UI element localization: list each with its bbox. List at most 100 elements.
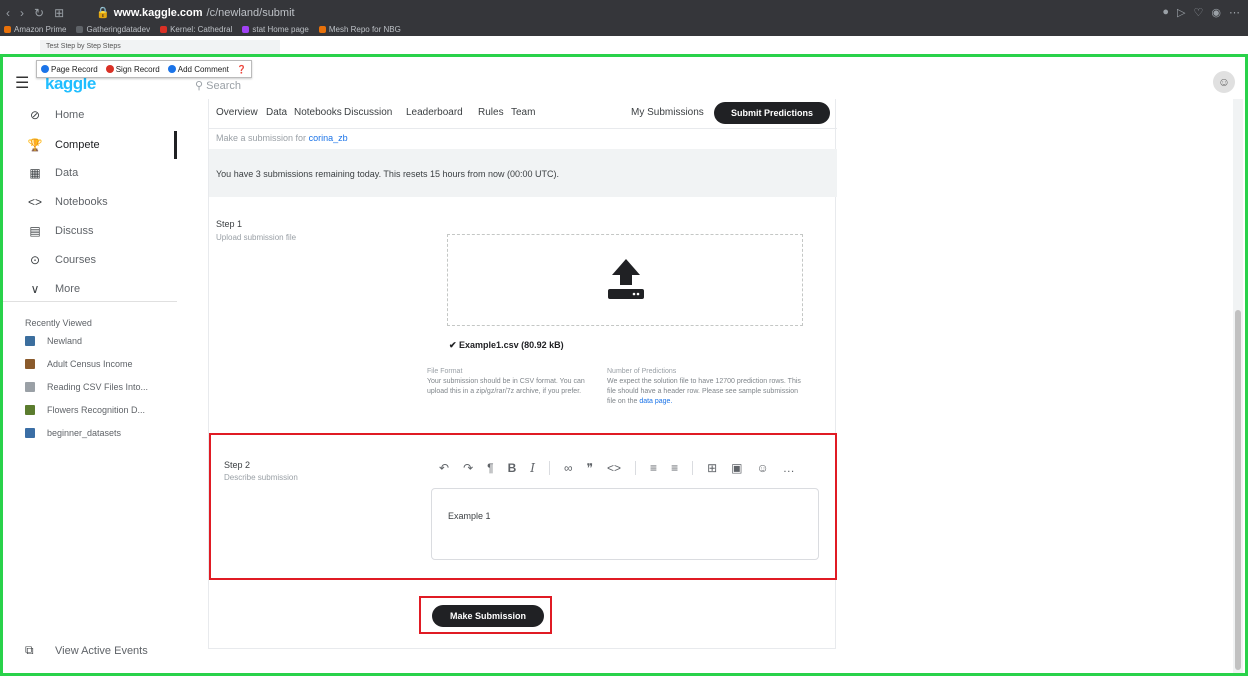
bookmark-item[interactable]: Mesh Repo for NBG	[318, 25, 401, 34]
browser-chrome: ‹ › ↻ ⊞ 🔒 www.kaggle.com/c/newland/submi…	[0, 0, 1248, 36]
num-predictions-info: Number of Predictions We expect the solu…	[607, 367, 807, 407]
search-icon: ⚲	[195, 80, 204, 92]
bookmark-item[interactable]: Amazon Prime	[4, 25, 66, 34]
recent-item-label: Reading CSV Files Into...	[47, 382, 149, 392]
more-icon[interactable]: …	[783, 461, 795, 475]
numbered-list-icon[interactable]: ≡	[650, 461, 657, 475]
my-submissions-link[interactable]: My Submissions	[631, 107, 704, 118]
step2-description: Describe submission	[224, 473, 298, 482]
sidebar-item-label: More	[55, 283, 81, 295]
bookmark-label: stat Home page	[252, 24, 309, 34]
submit-predictions-button[interactable]: Submit Predictions	[714, 102, 830, 124]
quote-icon[interactable]: ❞	[587, 461, 593, 475]
recorder-item[interactable]: Page Record	[41, 65, 98, 74]
sidebar-item-label: Data	[55, 167, 79, 179]
recent-item[interactable]: beginner_datasets	[25, 423, 175, 443]
recent-item-thumbnail-icon	[25, 382, 35, 392]
bookmark-item[interactable]: Kernel: Cathedral	[160, 25, 232, 34]
browser-nav: ‹ › ↻ ⊞	[6, 6, 64, 20]
recent-item[interactable]: Newland	[25, 331, 175, 351]
hamburger-icon[interactable]: ☰	[15, 73, 29, 93]
bookmark-favicon-icon	[242, 25, 250, 33]
file-dropzone[interactable]	[447, 234, 803, 326]
undo-icon[interactable]: ↶	[439, 461, 449, 475]
sidebar-item-label: Discuss	[55, 225, 94, 237]
sidebar-item-courses[interactable]: ⊙ Courses	[3, 246, 177, 274]
sidebar-item-home[interactable]: ⊘ Home	[3, 101, 177, 129]
extension-icon[interactable]: ●	[1162, 6, 1169, 19]
file-format-text: Your submission should be in CSV format.…	[427, 378, 585, 395]
tab-team[interactable]: Team	[511, 107, 535, 118]
bullet-list-icon[interactable]: ≡	[671, 461, 678, 475]
recent-item[interactable]: Adult Census Income	[25, 354, 175, 374]
heart-icon[interactable]: ♡	[1194, 6, 1204, 19]
table-icon[interactable]: ⊞	[707, 461, 717, 475]
submission-subtitle: Make a submission for corina_zb	[216, 133, 348, 143]
bookmark-favicon-icon	[160, 25, 168, 33]
sidebar-item-more[interactable]: ∨ More	[3, 275, 177, 303]
tab-ghost[interactable]: Test Step by Step Steps	[40, 40, 280, 56]
url-path: /c/newland/submit	[206, 6, 295, 19]
back-icon[interactable]: ‹	[6, 6, 10, 20]
emoji-icon[interactable]: ☺	[756, 461, 768, 475]
tab-data[interactable]: Data	[266, 107, 287, 118]
sidebar-divider	[3, 301, 177, 302]
help-icon[interactable]: ❓	[237, 65, 247, 74]
reload-icon[interactable]: ↻	[34, 6, 44, 20]
scrollbar-thumb[interactable]	[1235, 310, 1241, 670]
link-icon[interactable]: ∞	[564, 461, 573, 475]
submission-description-editor[interactable]: Example 1	[431, 488, 819, 560]
tab-overview[interactable]: Overview	[216, 107, 258, 118]
recorder-item[interactable]: Add Comment	[167, 65, 229, 74]
sidebar-item-discuss[interactable]: ▤ Discuss	[3, 217, 177, 245]
bold-icon[interactable]: B	[508, 461, 517, 475]
sidebar-item-data[interactable]: ▦ Data	[3, 159, 177, 187]
view-events-label: View Active Events	[55, 644, 148, 657]
recorder-item[interactable]: Sign Record	[105, 65, 160, 74]
tab-leaderboard[interactable]: Leaderboard	[406, 107, 463, 118]
data-page-link[interactable]: data page.	[639, 398, 672, 405]
notebooks-icon: <>	[27, 195, 42, 209]
apps-icon[interactable]: ⊞	[54, 6, 64, 20]
view-active-events-link[interactable]: ⧉ View Active Events	[25, 643, 148, 658]
sidebar: ⊘ Home 🏆 Compete ▦ Data <> Notebooks ▤ Discuss ⊙ Co…	[3, 99, 177, 673]
recent-item-label: Flowers Recognition D...	[47, 405, 146, 415]
mouse-cursor-icon: ☜	[482, 615, 495, 631]
subtitle-dataset-link[interactable]: corina_zb	[309, 133, 348, 143]
step2-title: Step 2	[224, 460, 251, 470]
tab-rules[interactable]: Rules	[478, 107, 504, 118]
search-input[interactable]: ⚲ Search	[183, 75, 1203, 97]
bookmark-item[interactable]: stat Home page	[242, 24, 309, 34]
more-icon: ∨	[30, 282, 40, 296]
sidebar-item-notebooks[interactable]: <> Notebooks	[3, 188, 177, 216]
italic-icon[interactable]: I	[530, 461, 535, 475]
sidebar-item-label: Courses	[55, 254, 96, 266]
bookmark-label: Gatheringdatadev	[86, 24, 151, 34]
recent-item-label: Newland	[47, 336, 83, 346]
image-icon[interactable]: ▣	[731, 461, 742, 475]
toolbar-divider	[549, 461, 550, 475]
forward-icon[interactable]: ›	[20, 6, 24, 20]
uploaded-file-name: ✔ Example1.csv (80.92 kB)	[449, 340, 564, 350]
sidebar-item-compete[interactable]: 🏆 Compete	[3, 131, 177, 159]
address-bar[interactable]: 🔒 www.kaggle.com/c/newland/submit	[96, 6, 295, 20]
compete-icon: 🏆	[27, 138, 43, 152]
avatar[interactable]: ☺	[1213, 71, 1235, 93]
heading-icon[interactable]: ¶	[487, 461, 493, 475]
submission-card: Overview Data Notebooks Discussion Leaderboa…	[208, 99, 837, 649]
courses-icon: ⊙	[29, 253, 41, 267]
tab-discussion[interactable]: Discussion	[344, 107, 392, 118]
menu-icon[interactable]: ⋯	[1229, 6, 1240, 19]
profile-icon[interactable]: ◉	[1211, 6, 1221, 19]
recent-item[interactable]: Flowers Recognition D...	[25, 400, 175, 420]
play-icon[interactable]: ▷	[1177, 6, 1185, 19]
recent-item[interactable]: Reading CSV Files Into...	[25, 377, 175, 397]
remaining-submissions-banner: You have 3 submissions remaining today. …	[209, 149, 837, 197]
tab-notebooks[interactable]: Notebooks	[294, 107, 342, 118]
code-icon[interactable]: <>	[607, 461, 621, 475]
redo-icon[interactable]: ↷	[463, 461, 473, 475]
file-format-title: File Format	[427, 368, 463, 375]
sidebar-item-label: Notebooks	[55, 196, 108, 208]
bookmark-item[interactable]: Gatheringdatadev	[76, 25, 150, 34]
file-format-info: File Format Your submission should be in…	[427, 367, 587, 397]
